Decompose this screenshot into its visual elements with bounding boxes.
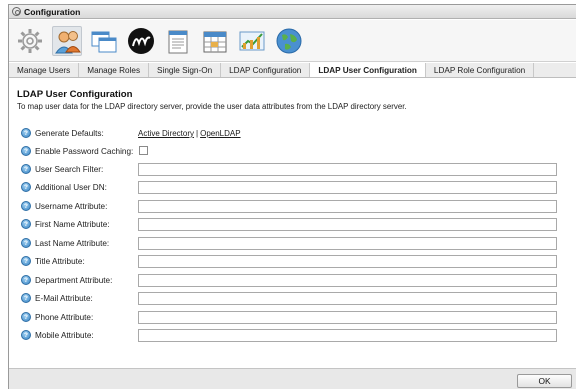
help-icon[interactable]: ? [21,256,31,266]
generate-defaults-label: Generate Defaults: [35,128,104,138]
link-separator: | [196,129,199,138]
mobile-attribute-input[interactable] [138,329,557,342]
phone-attribute-input[interactable] [138,311,557,324]
tab-single-sign-on[interactable]: Single Sign-On [149,63,222,77]
help-icon[interactable]: ? [21,293,31,303]
help-icon[interactable]: ? [21,182,31,192]
help-icon[interactable]: ? [21,146,31,156]
email-attribute-label: E-Mail Attribute: [35,293,93,303]
tab-ldap-user-configuration[interactable]: LDAP User Configuration [310,63,426,77]
tab-ldap-configuration[interactable]: LDAP Configuration [221,63,311,77]
tab-manage-users[interactable]: Manage Users [9,63,80,77]
password-caching-checkbox[interactable] [139,146,148,155]
help-icon[interactable]: ? [21,201,31,211]
content-panel: LDAP User Configuration To map user data… [9,79,576,368]
icon-toolbar [9,20,576,62]
form-row: ? Last Name Attribute: [21,236,140,250]
openldap-link[interactable]: OpenLDAP [200,129,240,138]
chart-icon[interactable] [237,26,267,56]
help-icon[interactable]: ? [21,128,31,138]
notepad-icon[interactable] [163,26,193,56]
department-attribute-input[interactable] [138,274,557,287]
form-row: ? Additional User DN: [21,180,140,194]
username-attribute-input[interactable] [138,200,557,213]
email-attribute-input[interactable] [138,292,557,305]
form-row: ? Title Attribute: [21,254,140,268]
globe-icon[interactable] [274,26,304,56]
form-row: ? Phone Attribute: [21,310,140,324]
windows-icon[interactable] [89,26,119,56]
brand-logo-icon[interactable] [126,26,156,56]
form-row: ? Department Attribute: [21,273,140,287]
tab-bar: Manage Users Manage Roles Single Sign-On… [9,63,576,78]
generate-defaults-row: ? Generate Defaults: [21,126,140,140]
user-search-filter-input[interactable] [138,163,557,176]
active-directory-link[interactable]: Active Directory [138,129,194,138]
title-gear-icon [12,7,21,16]
form-row: ? Mobile Attribute: [21,328,140,342]
users-icon[interactable] [52,25,82,56]
title-attribute-input[interactable] [138,255,557,268]
section-title: LDAP User Configuration [17,89,133,100]
tab-ldap-role-configuration[interactable]: LDAP Role Configuration [426,63,535,77]
calendar-icon[interactable] [200,26,230,56]
help-icon[interactable]: ? [21,238,31,248]
section-description: To map user data for the LDAP directory … [17,102,407,111]
user-search-filter-label: User Search Filter: [35,164,104,174]
help-icon[interactable]: ? [21,219,31,229]
ok-button[interactable]: OK [517,374,572,388]
department-attribute-label: Department Attribute: [35,275,113,285]
help-icon[interactable]: ? [21,275,31,285]
help-icon[interactable]: ? [21,164,31,174]
title-attribute-label: Title Attribute: [35,256,85,266]
form-row: ? E-Mail Attribute: [21,291,140,305]
generate-defaults-links: Active Directory | OpenLDAP [138,129,241,138]
first-name-attribute-input[interactable] [138,218,557,231]
additional-user-dn-label: Additional User DN: [35,182,107,192]
form-row: ? First Name Attribute: [21,217,140,231]
window-title: Configuration [24,6,81,17]
form-row: ? User Search Filter: [21,162,140,176]
form-row: ? Username Attribute: [21,199,140,213]
last-name-attribute-label: Last Name Attribute: [35,238,110,248]
last-name-attribute-input[interactable] [138,237,557,250]
footer-bar: OK [9,368,576,389]
password-caching-row: ? Enable Password Caching: [21,144,140,158]
help-icon[interactable]: ? [21,312,31,322]
phone-attribute-label: Phone Attribute: [35,312,94,322]
configuration-window: Configuration Manage Users Manage Roles [8,4,576,389]
username-attribute-label: Username Attribute: [35,201,108,211]
title-bar: Configuration [9,5,576,19]
password-caching-label: Enable Password Caching: [35,146,134,156]
help-icon[interactable]: ? [21,330,31,340]
settings-gear-icon[interactable] [15,26,45,56]
additional-user-dn-input[interactable] [138,181,557,194]
first-name-attribute-label: First Name Attribute: [35,219,110,229]
tab-manage-roles[interactable]: Manage Roles [79,63,150,77]
mobile-attribute-label: Mobile Attribute: [35,330,94,340]
